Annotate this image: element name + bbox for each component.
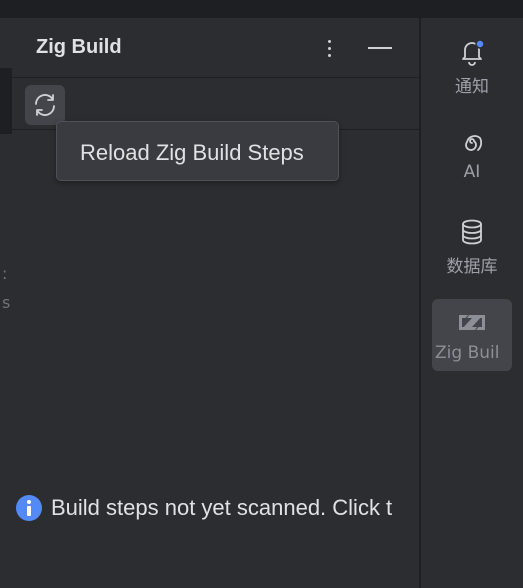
editor-edge: : s xyxy=(0,18,12,588)
tool-window-title: Zig Build xyxy=(36,36,122,58)
tooltip: Reload Zig Build Steps xyxy=(56,121,339,181)
reload-build-steps-button[interactable] xyxy=(25,85,65,125)
stripe-item-database[interactable]: 数据库 xyxy=(432,208,512,280)
ai-spiral-icon xyxy=(465,135,483,151)
stripe-item-zig-build[interactable]: Zig Buil xyxy=(432,299,512,371)
refresh-icon xyxy=(35,94,55,116)
database-icon xyxy=(462,219,482,245)
tooltip-text: Reload Zig Build Steps xyxy=(80,140,304,165)
tool-window-header: Zig Build xyxy=(12,18,420,78)
zig-logo-icon xyxy=(459,315,485,330)
top-strip xyxy=(0,0,523,18)
kebab-vertical-icon xyxy=(327,39,331,43)
stripe-item-notifications[interactable]: 通知 xyxy=(432,28,512,100)
options-menu-button[interactable] xyxy=(318,34,340,62)
status-message-text: Build steps not yet scanned. Click t xyxy=(51,495,393,520)
stripe-item-label: 数据库 xyxy=(446,257,498,277)
info-icon xyxy=(16,495,42,521)
right-tool-stripe: 通知 AI 数据库 Zig Buil xyxy=(420,18,523,588)
stripe-item-label: Zig Buil xyxy=(435,343,500,363)
stripe-item-label: 通知 xyxy=(455,77,489,97)
minimize-button[interactable] xyxy=(368,38,394,58)
status-message: Build steps not yet scanned. Click t xyxy=(16,494,420,524)
bell-icon xyxy=(462,39,485,66)
stripe-item-ai[interactable]: AI xyxy=(432,118,512,190)
stripe-item-label: AI xyxy=(463,162,481,182)
editor-fragment: : xyxy=(2,264,8,283)
editor-fragment: s xyxy=(2,293,11,312)
